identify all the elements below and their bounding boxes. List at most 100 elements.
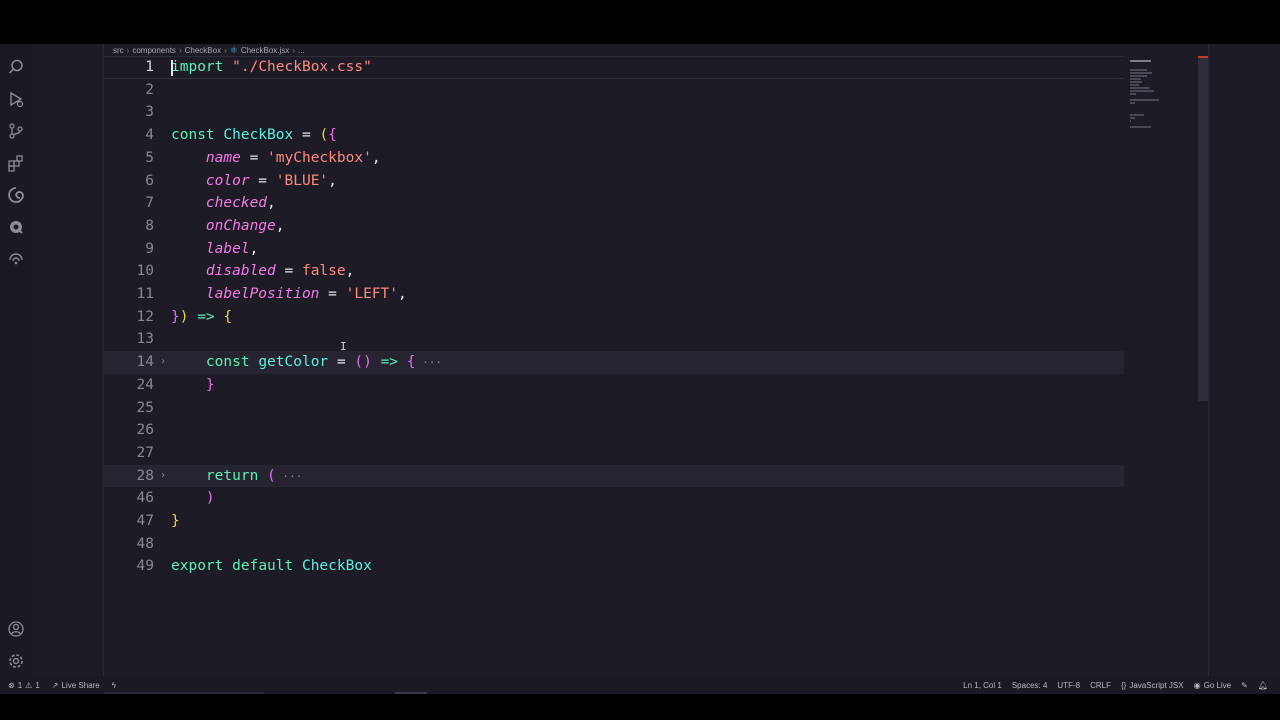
breadcrumb-symbol[interactable]: ... [298, 46, 305, 55]
letterbox-bottom [0, 694, 1280, 720]
code-line[interactable]: 6 color = 'BLUE', [104, 170, 1124, 193]
code-token: , [398, 286, 407, 302]
search-icon[interactable] [7, 58, 25, 76]
line-number: 13 [136, 331, 154, 348]
breadcrumb-file[interactable]: CheckBox.jsx [241, 46, 289, 55]
minimap-line [1130, 126, 1151, 128]
code-token: 'BLUE' [275, 172, 329, 189]
extensions-icon[interactable] [7, 154, 25, 172]
live-share-button[interactable]: ↗ Live Share [52, 681, 100, 690]
encoding[interactable]: UTF-8 [1057, 681, 1080, 690]
code-token: ) [205, 490, 215, 507]
code-token: labelPosition [205, 286, 320, 302]
code-token: = [275, 263, 302, 280]
language-mode[interactable]: {} JavaScript JSX [1121, 681, 1184, 690]
code-line[interactable]: 3 [104, 101, 1124, 124]
code-line[interactable]: 14 › const getColor = () => { ··· [104, 351, 1124, 374]
code-line[interactable]: 28 › return ( ··· [104, 464, 1124, 488]
code-token: , [328, 172, 337, 189]
code-line[interactable]: 5 name = 'myCheckbox', [104, 147, 1124, 170]
text-cursor-icon: I [340, 340, 347, 353]
code-token: onChange [205, 217, 276, 234]
code-line[interactable]: 13 [104, 328, 1124, 351]
code-token: ( [267, 467, 276, 484]
minimap-line [1130, 60, 1151, 62]
code-line[interactable]: 10 disabled = false, [104, 260, 1124, 283]
fold-chevron-icon[interactable]: › [160, 465, 170, 488]
warning-icon: ⚠ [25, 680, 33, 690]
code-text: import "./CheckBox.css" [171, 57, 372, 78]
text-caret [171, 60, 173, 76]
chevron-right-icon: › [126, 45, 130, 55]
git-sync-icon[interactable]: ϟ [112, 681, 116, 690]
indentation[interactable]: Spaces: 4 [1012, 681, 1048, 690]
notifications-bell-icon[interactable]: 🔔︎ [1258, 681, 1268, 690]
vertical-scrollbar[interactable] [1198, 56, 1208, 401]
code-line[interactable]: 47} [104, 510, 1124, 533]
code-token: return [205, 467, 259, 484]
code-line[interactable]: 2 [104, 79, 1124, 102]
minimap-line [1130, 117, 1135, 119]
code-text: } [171, 374, 215, 397]
code-line[interactable]: 24 } [104, 374, 1124, 397]
code-line[interactable]: 46 ) [104, 487, 1124, 510]
run-debug-icon[interactable] [7, 90, 25, 108]
line-number: 14 [136, 354, 154, 371]
code-token: const [171, 127, 215, 144]
code-token: = [240, 149, 268, 166]
code-line[interactable]: 1 import "./CheckBox.css" [104, 56, 1124, 79]
code-editor[interactable]: 1 import "./CheckBox.css" 2 3 4 const CheckBo… [104, 56, 1126, 676]
edge-icon[interactable] [7, 186, 25, 204]
minimap[interactable] [1126, 56, 1198, 676]
scrollbar-position-marker [1198, 56, 1208, 58]
right-border [1208, 44, 1209, 676]
code-line[interactable]: 9 label, [104, 238, 1124, 261]
code-text: ) [171, 487, 215, 510]
sidebar-gap [32, 44, 103, 676]
code-line[interactable]: 49 export default CheckBox [104, 555, 1124, 578]
remote-icon[interactable] [7, 250, 25, 268]
problems-indicator[interactable]: ⊗ 1 ⚠ 1 [8, 681, 40, 690]
code-token: = [319, 286, 346, 302]
code-line[interactable]: 27 [104, 442, 1124, 465]
code-token: = [328, 354, 355, 371]
code-line[interactable]: 12}) => { [104, 306, 1124, 329]
fold-chevron-icon[interactable]: › [160, 351, 170, 374]
code-line[interactable]: 48 [104, 533, 1124, 556]
source-control-icon[interactable] [7, 122, 25, 140]
code-token: "./CheckBox.css" [232, 59, 372, 75]
code-token: const [205, 354, 250, 371]
minimap-line [1130, 102, 1135, 104]
breadcrumb-components[interactable]: components [132, 46, 176, 55]
settings-gear-icon[interactable] [7, 652, 25, 670]
vscode-window: src › components › CheckBox › ⚛ CheckBox… [0, 44, 1280, 694]
go-live-label: Go Live [1203, 680, 1232, 690]
minimap-line [1130, 75, 1148, 77]
code-line[interactable]: 25 [104, 397, 1124, 420]
code-token: 'LEFT' [345, 286, 399, 302]
code-token: } [171, 308, 180, 325]
quokka-icon[interactable] [7, 218, 25, 236]
line-number: 24 [136, 376, 154, 393]
code-line[interactable]: 11 labelPosition = 'LEFT', [104, 283, 1124, 306]
code-line[interactable]: 7 checked, [104, 192, 1124, 215]
feedback-icon[interactable]: ✎ [1241, 681, 1248, 690]
live-share-label: Live Share [61, 680, 100, 690]
line-ending[interactable]: CRLF [1090, 681, 1111, 690]
code-text: onChange, [171, 215, 285, 238]
line-number: 3 [145, 104, 154, 121]
code-line[interactable]: 8 onChange, [104, 215, 1124, 238]
cursor-position[interactable]: Ln 1, Col 1 [963, 681, 1002, 690]
breadcrumb-checkbox-folder[interactable]: CheckBox [185, 46, 221, 55]
code-line[interactable]: 26 [104, 419, 1124, 442]
code-token: CheckBox [301, 558, 372, 575]
code-token: 'myCheckbox' [267, 149, 372, 166]
go-live-button[interactable]: ◉ Go Live [1194, 681, 1232, 690]
breadcrumb-src[interactable]: src [113, 46, 124, 55]
account-icon[interactable] [7, 620, 25, 638]
code-line[interactable]: 4 const CheckBox = ({ [104, 124, 1124, 147]
